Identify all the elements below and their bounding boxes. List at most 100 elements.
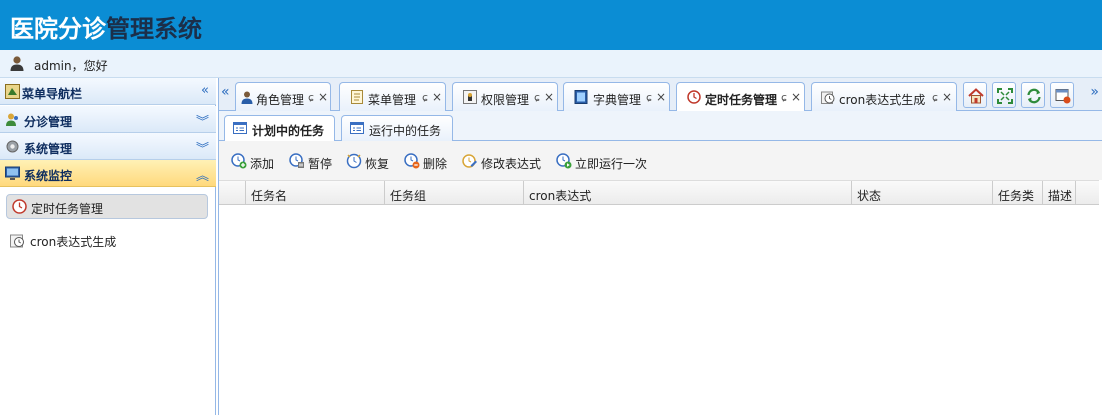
refresh-icon[interactable]: ɕ [646, 91, 652, 104]
tab-label: cron表达式生成 [839, 93, 926, 107]
users-icon [6, 113, 18, 126]
list-window-icon [350, 122, 364, 134]
collapse-sidebar-icon[interactable]: « [201, 83, 209, 98]
book-icon [574, 90, 588, 104]
sidebar-group-triage[interactable]: 分诊管理 ︾ [0, 106, 216, 133]
action-label: 暂停 [308, 157, 333, 171]
subtab-planned-tasks[interactable]: 计划中的任务 [224, 115, 335, 142]
subtab-strip: 计划中的任务 运行中的任务 [219, 111, 1102, 142]
subtab-label: 运行中的任务 [369, 124, 442, 138]
pause-task-icon [289, 153, 304, 168]
lock-icon [463, 90, 477, 104]
cron-clock-icon [821, 91, 835, 104]
column-label: 状态 [857, 189, 882, 203]
refresh-icon[interactable]: ɕ [308, 91, 314, 104]
refresh-icon[interactable]: ɕ [422, 91, 428, 104]
refresh-icon[interactable]: ɕ [932, 91, 938, 104]
cron-clock-icon [10, 234, 24, 248]
sidebar-group-label: 系统管理 [24, 142, 73, 156]
refresh-icon[interactable]: ɕ [781, 91, 787, 104]
sidebar-group-system[interactable]: 系统管理 ︾ [0, 133, 216, 160]
close-icon[interactable]: × [432, 90, 442, 104]
sidebar-group-label: 系统监控 [24, 169, 73, 183]
sidebar-item-label: cron表达式生成 [30, 235, 117, 249]
column-label: 描述 [1048, 189, 1073, 203]
document-icon [351, 90, 363, 104]
grid-rownum-column [219, 181, 246, 205]
edit-task-icon [462, 154, 477, 168]
delete-task-icon [404, 153, 420, 169]
close-icon[interactable]: × [791, 90, 801, 104]
sidebar-item-cron-generator[interactable]: cron表达式生成 [10, 231, 210, 251]
close-all-tabs-button[interactable] [1050, 82, 1074, 108]
close-icon[interactable]: × [544, 90, 554, 104]
close-icon[interactable]: × [318, 90, 328, 104]
sidebar-group-monitor[interactable]: 系统监控 ︽ [0, 160, 216, 187]
tab-permission-management[interactable]: 权限管理 ɕ × [452, 82, 558, 111]
task-grid: 任务名 任务组 cron表达式 状态 任务类 描述 [219, 180, 1099, 415]
list-window-icon [233, 122, 247, 134]
tab-label: 角色管理 [256, 93, 305, 107]
refresh-all-button[interactable] [1021, 82, 1045, 108]
app-title-part1: 医院分诊 [10, 15, 106, 43]
sidebar-group-label: 分诊管理 [24, 115, 73, 129]
tab-role-management[interactable]: 角色管理 ɕ × [235, 82, 331, 111]
tab-scroll-right-icon[interactable]: » [1090, 84, 1099, 100]
tab-menu-management[interactable]: 菜单管理 ɕ × [339, 82, 446, 111]
action-toolbar: 添加 暂停 恢复 删除 修改表达式 立即运行一次 [219, 141, 1102, 180]
column-label: 任务类 [998, 189, 1035, 203]
grid-column-status[interactable]: 状态 [852, 181, 993, 205]
sidebar-item-label: 定时任务管理 [31, 202, 104, 216]
sidebar-title-bar: 菜单导航栏 « [0, 78, 216, 105]
column-label: cron表达式 [529, 189, 592, 203]
action-label: 添加 [250, 157, 275, 171]
gear-icon [6, 140, 19, 153]
grid-column-task-group[interactable]: 任务组 [385, 181, 524, 205]
tab-label: 权限管理 [481, 93, 530, 107]
tab-strip: « 角色管理 ɕ × 菜单管理 ɕ × 权限管理 ɕ × 字典管理 ɕ × 定时… [219, 78, 1102, 112]
app-title-part2: 管理系统 [106, 15, 202, 43]
home-button[interactable] [963, 82, 987, 108]
column-label: 任务组 [390, 189, 427, 203]
user-icon [241, 91, 253, 104]
tab-scroll-left-icon[interactable]: « [221, 84, 230, 100]
sidebar-item-scheduled-tasks[interactable]: 定时任务管理 [6, 194, 208, 219]
action-label: 删除 [423, 157, 448, 171]
close-icon[interactable]: × [942, 90, 952, 104]
user-greeting: admin，您好 [34, 59, 108, 73]
action-label: 立即运行一次 [575, 157, 648, 171]
grid-column-cron-expression[interactable]: cron表达式 [524, 181, 852, 205]
chevron-double-down-icon: ︾ [195, 142, 209, 157]
chevron-double-up-icon: ︽ [195, 169, 209, 184]
user-bar: admin，您好 [0, 50, 1102, 78]
sidebar-title: 菜单导航栏 [22, 87, 83, 101]
refresh-icon[interactable]: ɕ [534, 91, 540, 104]
column-label: 任务名 [251, 189, 288, 203]
sidebar: 菜单导航栏 « 分诊管理 ︾ 系统管理 ︾ 系统监控 ︽ 定时任务管理 cron… [0, 78, 216, 415]
add-task-icon [231, 153, 247, 169]
navigation-icon [5, 84, 20, 99]
run-task-icon [556, 153, 572, 169]
action-label: 恢复 [365, 157, 390, 171]
refresh-cycle-icon [1027, 88, 1041, 104]
tab-scheduled-task-management[interactable]: 定时任务管理 ɕ × [676, 82, 805, 112]
chevron-double-down-icon: ︾ [195, 115, 209, 130]
fullscreen-icon [997, 88, 1013, 104]
grid-column-task-name[interactable]: 任务名 [246, 181, 385, 205]
clock-icon [12, 199, 27, 214]
grid-column-task-class[interactable]: 任务类 [993, 181, 1043, 205]
action-label: 修改表达式 [481, 157, 542, 171]
grid-column-description[interactable]: 描述 [1043, 181, 1076, 205]
tab-dictionary-management[interactable]: 字典管理 ɕ × [563, 82, 670, 111]
close-icon[interactable]: × [656, 90, 666, 104]
tab-label: 定时任务管理 [705, 93, 778, 107]
app-header: 医院分诊管理系统 [0, 0, 1102, 50]
fullscreen-button[interactable] [992, 82, 1016, 108]
tab-label: 字典管理 [593, 93, 642, 107]
app-title: 医院分诊管理系统 [10, 9, 202, 44]
tab-label: 菜单管理 [368, 93, 417, 107]
user-icon [10, 56, 24, 71]
tab-cron-generator[interactable]: cron表达式生成 ɕ × [811, 82, 957, 111]
grid-header: 任务名 任务组 cron表达式 状态 任务类 描述 [219, 180, 1099, 205]
subtab-running-tasks[interactable]: 运行中的任务 [341, 115, 453, 141]
